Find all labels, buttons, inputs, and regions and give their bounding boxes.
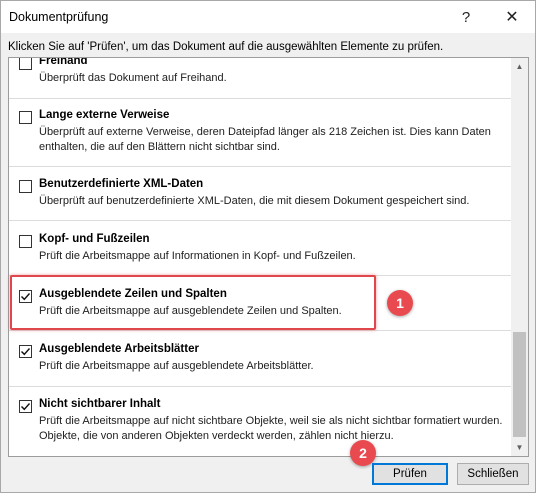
divider [9, 220, 511, 221]
item-description: Überprüft auf externe Verweise, deren Da… [39, 126, 491, 153]
title-bar: Dokumentprüfung ? ✕ [1, 1, 535, 33]
item-description: Überprüft das Dokument auf Freihand. [39, 72, 227, 84]
checkmark-icon [21, 348, 31, 356]
check-button[interactable]: Prüfen [372, 463, 448, 485]
scroll-down-arrow-icon[interactable]: ▼ [511, 439, 528, 456]
step-badge-1: 1 [387, 290, 413, 316]
close-button[interactable]: Schließen [457, 463, 529, 485]
highlight-box [10, 275, 376, 330]
divider [9, 166, 511, 167]
close-icon[interactable]: ✕ [500, 5, 524, 29]
checkbox-freihand[interactable] [19, 58, 32, 70]
item-title: Freihand [39, 58, 88, 67]
checkbox-kopf-fusszeilen[interactable] [19, 235, 32, 248]
checkmark-icon [21, 403, 31, 411]
vertical-scrollbar[interactable]: ▲ ▼ [511, 58, 528, 456]
divider [9, 98, 511, 99]
dialog-title: Dokumentprüfung [9, 10, 109, 24]
item-title: Kopf- und Fußzeilen [39, 233, 150, 245]
inspection-list: Freihand Überprüft das Dokument auf Frei… [8, 57, 529, 457]
document-inspector-dialog: Dokumentprüfung ? ✕ Klicken Sie auf 'Prü… [0, 0, 536, 493]
divider [9, 330, 511, 331]
checkbox-nicht-sichtbarer-inhalt[interactable] [19, 400, 32, 413]
divider [9, 386, 511, 387]
item-title: Lange externe Verweise [39, 109, 170, 121]
item-description: Prüft die Arbeitsmappe auf Informationen… [39, 250, 356, 262]
checkbox-lange-externe-verweise[interactable] [19, 111, 32, 124]
item-title: Benutzerdefinierte XML-Daten [39, 178, 204, 190]
scroll-up-arrow-icon[interactable]: ▲ [511, 58, 528, 75]
item-description: Prüft die Arbeitsmappe auf nicht sichtba… [39, 415, 503, 442]
checkbox-ausgeblendete-arbeitsblaetter[interactable] [19, 345, 32, 358]
item-description: Überprüft auf benutzerdefinierte XML-Dat… [39, 195, 470, 207]
scroll-thumb[interactable] [513, 332, 526, 437]
item-title: Nicht sichtbarer Inhalt [39, 398, 161, 410]
instruction-text: Klicken Sie auf 'Prüfen', um das Dokumen… [8, 41, 444, 53]
help-button[interactable]: ? [454, 5, 478, 29]
item-title: Ausgeblendete Arbeitsblätter [39, 343, 199, 355]
item-description: Prüft die Arbeitsmappe auf ausgeblendete… [39, 360, 314, 372]
checkbox-xml-daten[interactable] [19, 180, 32, 193]
